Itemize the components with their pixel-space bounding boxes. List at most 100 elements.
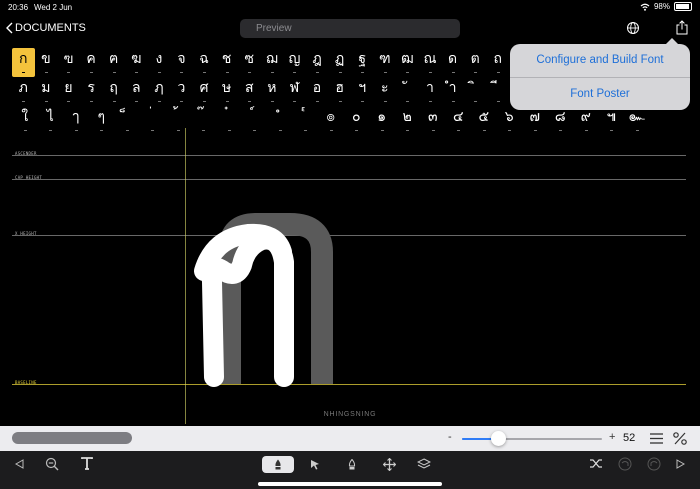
home-indicator[interactable] bbox=[258, 482, 442, 486]
glyph-cell-marker bbox=[180, 72, 184, 73]
glyph-cell-marker bbox=[316, 72, 320, 73]
glyph-cell[interactable]: ฎ bbox=[306, 48, 329, 77]
glyph-cell[interactable]: ะ bbox=[374, 77, 397, 106]
glyph-cell-marker bbox=[428, 72, 432, 73]
glyph-cell[interactable]: ห bbox=[261, 77, 284, 106]
left-arrow-icon[interactable] bbox=[15, 459, 24, 469]
glyph-cell[interactable]: ๓ bbox=[420, 106, 446, 135]
glyph-cell-marker bbox=[225, 101, 229, 102]
percent-icon[interactable] bbox=[673, 432, 687, 445]
size-slider[interactable] bbox=[462, 431, 602, 446]
glyph-cell[interactable]: ถ bbox=[486, 48, 509, 77]
text-tool-icon[interactable] bbox=[81, 457, 93, 470]
glyph-cell[interactable]: ศ bbox=[193, 77, 216, 106]
glyph-cell[interactable]: ช bbox=[215, 48, 238, 77]
globe-icon[interactable] bbox=[626, 21, 640, 35]
glyph-cell[interactable]: ั bbox=[396, 77, 419, 106]
glyph-cell[interactable]: ม bbox=[35, 77, 58, 106]
glyph-cell[interactable]: ๊ bbox=[191, 106, 217, 135]
glyph-cell[interactable]: ี bbox=[486, 77, 509, 106]
glyph-cell-marker bbox=[125, 130, 129, 131]
glyph-cell[interactable]: ์ bbox=[242, 106, 268, 135]
glyph-cell[interactable]: ฤ bbox=[102, 77, 125, 106]
glyph-cell[interactable]: ว bbox=[170, 77, 193, 106]
glyph-cell[interactable]: ฮ bbox=[328, 77, 351, 106]
glyph-cell[interactable]: ฑ bbox=[374, 48, 397, 77]
glyph-cell[interactable]: อ bbox=[306, 77, 329, 106]
glyph-cell[interactable]: ด bbox=[441, 48, 464, 77]
glyph-cell-marker bbox=[22, 72, 26, 73]
glyph-cell[interactable]: ๅ bbox=[63, 106, 89, 135]
glyph-cell[interactable]: ๎ bbox=[293, 106, 319, 135]
glyph-cell-marker bbox=[533, 130, 537, 131]
undo-icon[interactable] bbox=[618, 457, 632, 471]
glyph-cell[interactable]: จ bbox=[170, 48, 193, 77]
glyph-cell[interactable]: ๕ bbox=[471, 106, 497, 135]
glyph-cell[interactable]: า bbox=[419, 77, 442, 106]
layers-button[interactable] bbox=[408, 456, 440, 473]
glyph-cell[interactable]: ภ bbox=[12, 77, 35, 106]
glyph-cell-marker bbox=[361, 72, 365, 73]
glyph-cell[interactable]: ิ bbox=[464, 77, 487, 106]
glyph-cell[interactable]: ล bbox=[125, 77, 148, 106]
glyph-cell[interactable]: ญ bbox=[283, 48, 306, 77]
pen-tool-button[interactable] bbox=[262, 456, 294, 473]
glyph-cell[interactable]: ต bbox=[464, 48, 487, 77]
share-icon[interactable] bbox=[676, 20, 688, 35]
glyph-cell[interactable]: ้ bbox=[165, 106, 191, 135]
glyph-cell[interactable]: ฆ bbox=[125, 48, 148, 77]
list-icon[interactable] bbox=[650, 433, 663, 444]
glyph-cell[interactable]: ํ bbox=[267, 106, 293, 135]
glyph-cell[interactable]: ๔ bbox=[446, 106, 472, 135]
glyph-cell[interactable]: ำ bbox=[441, 77, 464, 106]
glyph-cell[interactable]: ก bbox=[12, 48, 35, 77]
glyph-cell[interactable]: ๋ bbox=[216, 106, 242, 135]
back-button[interactable]: DOCUMENTS bbox=[6, 22, 86, 34]
glyph-cell[interactable]: ฏ bbox=[328, 48, 351, 77]
glyph-cell[interactable]: ซ bbox=[238, 48, 261, 77]
glyph-cell-marker bbox=[610, 130, 614, 131]
glyph-cell[interactable]: ฬ bbox=[283, 77, 306, 106]
preview-input[interactable]: Preview bbox=[240, 19, 460, 38]
glyph-cell[interactable]: ฐ bbox=[351, 48, 374, 77]
select-tool-button[interactable] bbox=[299, 456, 331, 473]
glyph-cell[interactable]: ฃ bbox=[57, 48, 80, 77]
glyph-cell[interactable]: ฯ bbox=[351, 77, 374, 106]
glyph-cell[interactable]: ่ bbox=[140, 106, 166, 135]
glyph-cell-marker bbox=[329, 130, 333, 131]
glyph-cell[interactable]: ฉ bbox=[193, 48, 216, 77]
glyph-cell[interactable]: ๑ bbox=[369, 106, 395, 135]
glyph-scrubber[interactable] bbox=[12, 432, 132, 444]
glyph-cell[interactable]: ๒ bbox=[395, 106, 421, 135]
configure-build-font-button[interactable]: Configure and Build Font bbox=[510, 44, 690, 77]
glyph-cell[interactable]: ็ bbox=[114, 106, 140, 135]
ink-tool-button[interactable] bbox=[336, 456, 368, 473]
shuffle-icon[interactable] bbox=[589, 458, 603, 469]
glyph-cell[interactable]: ค bbox=[80, 48, 103, 77]
glyph-cell[interactable]: ๐ bbox=[344, 106, 370, 135]
glyph-cell[interactable]: ฅ bbox=[102, 48, 125, 77]
zoom-out-icon[interactable] bbox=[45, 457, 59, 471]
font-poster-button[interactable]: Font Poster bbox=[510, 78, 690, 111]
glyph-cell[interactable]: ฒ bbox=[396, 48, 419, 77]
glyph-cell[interactable]: ส bbox=[238, 77, 261, 106]
glyph-cell[interactable]: ๏ bbox=[318, 106, 344, 135]
move-tool-button[interactable] bbox=[373, 456, 405, 473]
glyph-cell[interactable]: ใ bbox=[12, 106, 38, 135]
slider-thumb[interactable] bbox=[490, 431, 506, 446]
status-date: Wed 2 Jun bbox=[34, 3, 73, 12]
glyph-cell[interactable]: ข bbox=[35, 48, 58, 77]
glyph-cell-marker bbox=[474, 72, 478, 73]
glyph-cell[interactable]: ฌ bbox=[261, 48, 284, 77]
glyph-cell[interactable]: ๆ bbox=[89, 106, 115, 135]
glyph-cell[interactable]: ร bbox=[80, 77, 103, 106]
right-arrow-icon[interactable] bbox=[676, 459, 685, 469]
glyph-cell[interactable]: ง bbox=[148, 48, 171, 77]
glyph-cell[interactable]: ณ bbox=[419, 48, 442, 77]
glyph-cell[interactable]: ไ bbox=[38, 106, 64, 135]
glyph-cell[interactable]: ย bbox=[57, 77, 80, 106]
glyph-cell[interactable]: ษ bbox=[215, 77, 238, 106]
glyph-cell[interactable]: ฦ bbox=[148, 77, 171, 106]
redo-icon[interactable] bbox=[647, 457, 661, 471]
glyph-cell-marker bbox=[406, 72, 410, 73]
